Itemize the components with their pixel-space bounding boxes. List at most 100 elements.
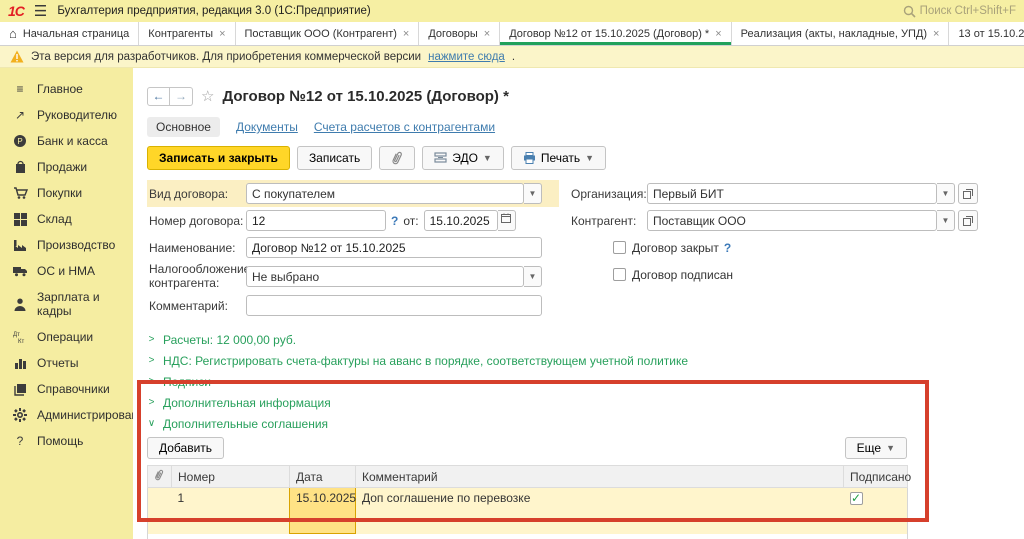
- tab-contract-12[interactable]: Договор №12 от 15.10.2025 (Договор) *×: [500, 22, 731, 45]
- section-extra-info[interactable]: >Дополнительная информация: [147, 392, 1024, 413]
- comment-input[interactable]: [246, 295, 542, 316]
- form-tab-main[interactable]: Основное: [147, 117, 220, 137]
- column-header-signed[interactable]: Подписано: [844, 466, 908, 488]
- column-header-number[interactable]: Номер: [172, 466, 290, 488]
- counterparty-field[interactable]: Поставщик ООО: [647, 210, 937, 231]
- tab-realization[interactable]: Реализация (акты, накладные, УПД)×: [732, 22, 950, 45]
- sidebar-item-help[interactable]: ?Помощь: [0, 428, 133, 454]
- tab-contracts[interactable]: Договоры×: [419, 22, 500, 45]
- back-button[interactable]: ←: [147, 87, 170, 106]
- chevron-right-icon: >: [147, 376, 156, 387]
- contract-kind-row: Вид договора: С покупателем ▼: [147, 180, 559, 207]
- person-icon: [12, 297, 28, 310]
- close-icon[interactable]: ×: [403, 28, 409, 40]
- sidebar-item-operations[interactable]: ДтКтОперации: [0, 324, 133, 350]
- column-header-date[interactable]: Дата: [290, 466, 356, 488]
- sidebar-item-directories[interactable]: Справочники: [0, 376, 133, 402]
- comment-cell[interactable]: Доп соглашение по перевозке: [356, 488, 844, 534]
- buy-version-link[interactable]: нажмите сюда: [428, 51, 505, 63]
- check-icon: ✓: [851, 491, 861, 505]
- sidebar-item-warehouse[interactable]: Склад: [0, 206, 133, 232]
- attach-button[interactable]: [379, 146, 415, 170]
- sidebar-item-main[interactable]: ≡Главное: [0, 76, 133, 102]
- print-button[interactable]: Печать▼: [511, 146, 606, 170]
- section-signatures[interactable]: >Подписи: [147, 371, 1024, 392]
- form-tab-accounts[interactable]: Счета расчетов с контрагентами: [314, 120, 495, 134]
- contract-number-input[interactable]: [246, 210, 386, 231]
- column-header-comment[interactable]: Комментарий: [356, 466, 844, 488]
- tab-contract-13[interactable]: 13 от 15.10.2025 (Договор)×: [949, 22, 1024, 45]
- tab-counterparties[interactable]: Контрагенты×: [139, 22, 235, 45]
- close-icon[interactable]: ×: [715, 28, 721, 40]
- attachment-cell[interactable]: [148, 488, 172, 534]
- counterparty-label: Контрагент:: [571, 214, 647, 228]
- contract-signed-checkbox[interactable]: [613, 268, 626, 281]
- sidebar-item-manager[interactable]: ↗Руководителю: [0, 102, 133, 128]
- closed-help-icon[interactable]: ?: [724, 241, 731, 255]
- sidebar-item-os-nma[interactable]: ОС и НМА: [0, 258, 133, 284]
- agreements-panel: Добавить Еще▼ Номер Дата Комментарий Под…: [147, 437, 907, 539]
- chevron-down-icon: ▼: [886, 443, 895, 453]
- close-icon[interactable]: ×: [219, 28, 225, 40]
- contract-kind-select[interactable]: С покупателем: [246, 183, 524, 204]
- tax-select[interactable]: Не выбрано: [246, 266, 524, 287]
- window-tab-bar: ⌂ Начальная страница Контрагенты× Постав…: [0, 22, 1024, 46]
- dev-version-warning: Эта версия для разработчиков. Для приобр…: [0, 46, 1024, 68]
- global-search[interactable]: Поиск Ctrl+Shift+F: [903, 5, 1016, 18]
- tab-supplier[interactable]: Поставщик ООО (Контрагент)×: [236, 22, 420, 45]
- edo-button[interactable]: ЭДО▼: [422, 146, 504, 170]
- books-icon: [12, 382, 28, 395]
- open-counterparty-icon[interactable]: [958, 210, 978, 231]
- tab-home[interactable]: ⌂ Начальная страница: [0, 22, 139, 45]
- organization-label: Организация:: [571, 187, 647, 201]
- table-row[interactable]: 1 15.10.2025 Доп соглашение по перевозке…: [148, 488, 908, 534]
- favorite-star-icon[interactable]: ☆: [201, 87, 214, 105]
- number-help-icon[interactable]: ?: [391, 214, 398, 228]
- sidebar-item-production[interactable]: Производство: [0, 232, 133, 258]
- chevron-down-icon[interactable]: ▼: [937, 210, 955, 231]
- section-agreements[interactable]: ∨Дополнительные соглашения: [147, 413, 1024, 434]
- open-organization-icon[interactable]: [958, 183, 978, 204]
- add-agreement-button[interactable]: Добавить: [147, 437, 224, 459]
- sidebar-item-bank[interactable]: PБанк и касса: [0, 128, 133, 154]
- chevron-right-icon: >: [147, 355, 156, 366]
- save-close-button[interactable]: Записать и закрыть: [147, 146, 290, 170]
- ruble-coin-icon: P: [12, 134, 28, 148]
- sidebar-item-sales[interactable]: Продажи: [0, 154, 133, 180]
- forward-button[interactable]: →: [170, 87, 193, 106]
- contract-date-input[interactable]: [424, 210, 498, 231]
- organization-field[interactable]: Первый БИТ: [647, 183, 937, 204]
- chevron-down-icon[interactable]: ▼: [524, 266, 542, 287]
- table-empty-row[interactable]: [148, 534, 908, 539]
- signed-cell[interactable]: ✓: [844, 488, 908, 534]
- cart-icon: [12, 186, 28, 200]
- calendar-icon[interactable]: [498, 210, 516, 231]
- close-icon[interactable]: ×: [484, 28, 490, 40]
- home-icon: ⌂: [9, 26, 17, 41]
- signed-checkbox-checked[interactable]: ✓: [850, 492, 863, 505]
- sidebar-item-administration[interactable]: Администрирование: [0, 402, 133, 428]
- close-icon[interactable]: ×: [933, 28, 939, 40]
- attachment-column-header[interactable]: [148, 466, 172, 488]
- paperclip-icon: [391, 151, 403, 165]
- chevron-down-icon: ∨: [147, 418, 156, 429]
- agreements-table: Номер Дата Комментарий Подписано 1 15.10…: [147, 465, 908, 539]
- save-button[interactable]: Записать: [297, 146, 372, 170]
- form-tab-documents[interactable]: Документы: [236, 120, 298, 134]
- section-vat[interactable]: >НДС: Регистрировать счета-фактуры на ав…: [147, 350, 1024, 371]
- sidebar-item-reports[interactable]: Отчеты: [0, 350, 133, 376]
- contract-closed-checkbox[interactable]: [613, 241, 626, 254]
- sidebar-item-salary[interactable]: Зарплата и кадры: [0, 284, 133, 324]
- number-cell[interactable]: 1: [172, 488, 290, 534]
- chevron-down-icon[interactable]: ▼: [524, 183, 542, 204]
- name-input[interactable]: [246, 237, 542, 258]
- date-cell-selected[interactable]: 15.10.2025: [290, 488, 356, 534]
- main-menu-icon[interactable]: ☰: [34, 4, 47, 19]
- svg-text:Кт: Кт: [18, 339, 24, 344]
- name-label: Наименование:: [149, 241, 246, 255]
- chevron-down-icon[interactable]: ▼: [937, 183, 955, 204]
- sidebar-item-purchases[interactable]: Покупки: [0, 180, 133, 206]
- section-calculations[interactable]: >Расчеты: 12 000,00 руб.: [147, 329, 1024, 350]
- title-bar: 1С ☰ Бухгалтерия предприятия, редакция 3…: [0, 0, 1024, 22]
- more-button[interactable]: Еще▼: [845, 437, 907, 459]
